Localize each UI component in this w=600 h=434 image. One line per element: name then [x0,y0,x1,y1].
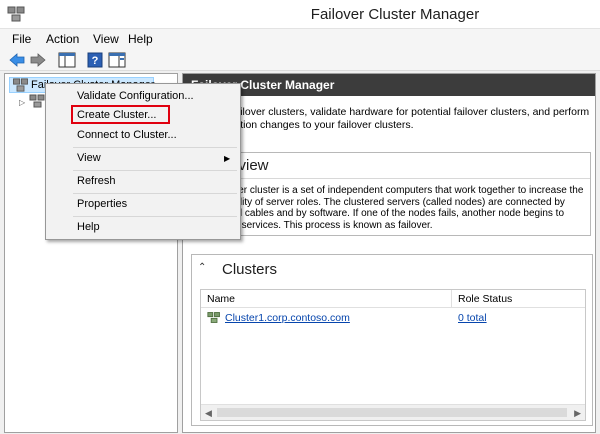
menu-separator [73,193,237,194]
back-icon[interactable] [8,52,26,68]
menu-item-connect-to-cluster[interactable]: Connect to Cluster... [77,129,177,141]
scroll-left-icon[interactable]: ◀ [205,408,212,419]
clusters-title: Clusters [222,261,278,278]
column-divider[interactable] [451,290,452,308]
menu-item-refresh[interactable]: Refresh [77,175,116,187]
menu-item-validate-configuration[interactable]: Validate Configuration... [77,90,194,102]
menu-separator [73,147,237,148]
scroll-right-icon[interactable]: ▶ [574,408,581,419]
table-row[interactable]: Cluster1.corp.contoso.com 0 total [201,310,585,328]
submenu-arrow-icon: ▶ [224,154,231,163]
forward-icon[interactable] [29,52,47,68]
results-pane: Failover Cluster Manager Create failover… [182,73,596,433]
expand-arrow-icon[interactable]: ▷ [19,98,25,107]
show-hide-console-tree-icon[interactable] [58,52,76,68]
menu-file[interactable]: File [12,32,31,46]
cluster-manager-icon [13,78,28,92]
menu-view[interactable]: View [93,32,119,46]
help-icon[interactable]: ? [86,52,104,68]
cluster-icon [207,312,220,323]
collapse-chevron-icon[interactable]: ⌃ [198,262,206,273]
menu-item-properties[interactable]: Properties [77,198,127,210]
context-menu: Validate Configuration... Create Cluster… [45,83,241,240]
menu-separator [73,216,237,217]
toolbar: ? [0,49,600,71]
overview-text: A failover cluster is a set of independe… [206,185,584,231]
clusters-section: ⌃ Clusters Name Role Status Cluster1.cor… [191,254,593,426]
column-header-role-status[interactable]: Role Status [458,293,512,305]
overview-header[interactable]: Overview [198,153,590,179]
menu-bar: File Action View Help [0,29,600,49]
clusters-table: Name Role Status Cluster1.corp.contoso.c… [200,289,586,421]
action-pane-icon[interactable] [108,52,126,68]
table-header: Name Role Status [201,290,585,308]
column-header-name[interactable]: Name [207,293,235,305]
role-status-link[interactable]: 0 total [458,312,487,324]
menu-help[interactable]: Help [128,32,153,46]
scroll-thumb[interactable] [217,408,567,417]
overview-section: Overview A failover cluster is a set of … [197,152,591,236]
pane-description: Create failover clusters, validate hardw… [197,106,590,131]
cluster-name-link[interactable]: Cluster1.corp.contoso.com [225,312,350,324]
menu-item-view[interactable]: View [77,152,101,164]
title-bar: Failover Cluster Manager [0,0,600,29]
window-title: Failover Cluster Manager [310,6,480,23]
create-cluster-highlight-box [71,105,170,124]
svg-text:?: ? [92,55,99,67]
menu-action[interactable]: Action [46,32,79,46]
horizontal-scrollbar[interactable]: ◀ ▶ [201,404,585,420]
menu-separator [73,170,237,171]
pane-header: Failover Cluster Manager [183,74,595,96]
menu-item-help[interactable]: Help [77,221,100,233]
